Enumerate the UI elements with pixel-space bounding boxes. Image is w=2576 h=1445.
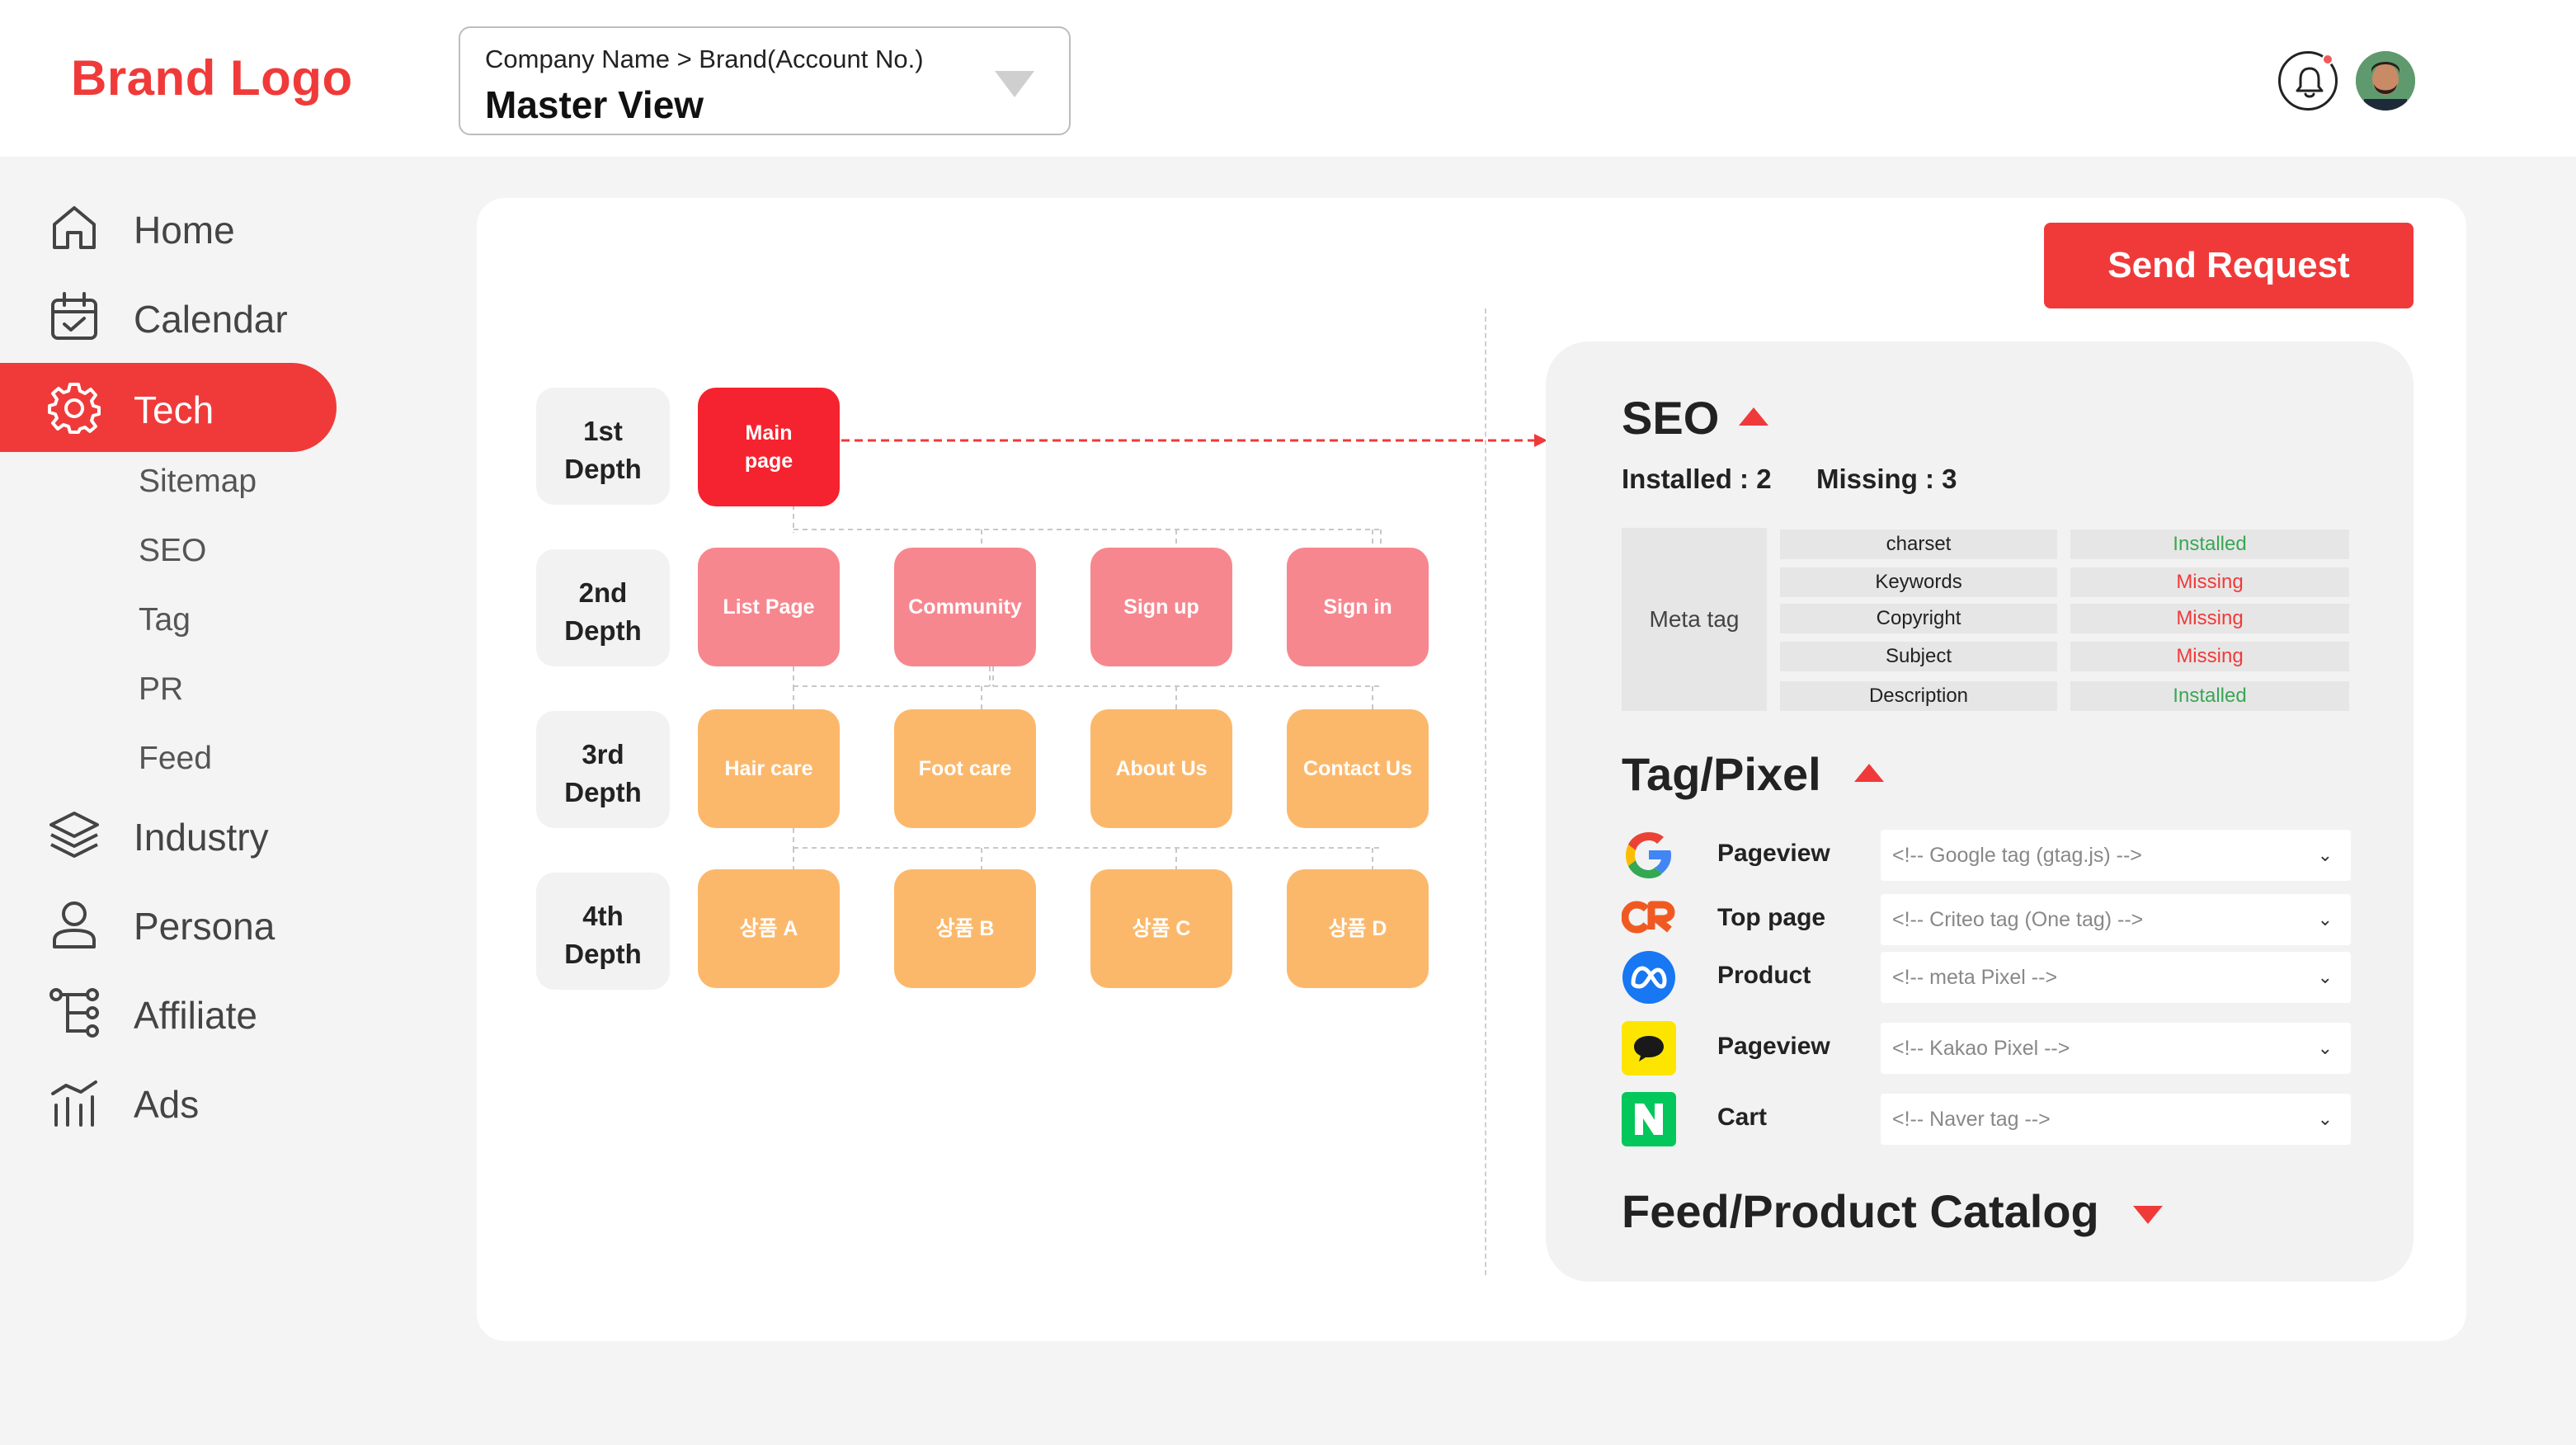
tag-select[interactable]: <!-- Criteo tag (One tag) --> ⌄ xyxy=(1881,894,2351,945)
meta-status: Missing xyxy=(2070,567,2349,597)
tag-select-value: <!-- Naver tag --> xyxy=(1892,1108,2051,1131)
naver-logo-icon xyxy=(1622,1092,1676,1146)
meta-status: Installed xyxy=(2070,681,2349,711)
sitemap-node[interactable]: Hair care xyxy=(698,709,840,828)
google-logo-icon xyxy=(1626,832,1671,878)
missing-count: Missing : 3 xyxy=(1816,464,1957,494)
chevron-down-icon: ⌄ xyxy=(2317,1038,2333,1058)
kakao-logo-icon xyxy=(1622,1021,1676,1076)
installed-count: Installed : 2 xyxy=(1622,464,1772,494)
pixel-event: Pageview xyxy=(1717,1033,1830,1060)
criteo-logo-icon xyxy=(1622,901,1675,934)
sitemap-node-main-page[interactable]: Main page xyxy=(698,388,840,506)
depth-label-3: 3rd Depth xyxy=(536,711,670,828)
node-label: page xyxy=(744,450,794,473)
depth-label-2: 2nd Depth xyxy=(536,549,670,666)
chevron-down-icon: ⌄ xyxy=(2317,845,2333,865)
depth-word: Depth xyxy=(564,939,642,969)
meta-key: Subject xyxy=(1780,642,2057,671)
pixel-row: Top page <!-- Criteo tag (One tag) --> ⌄ xyxy=(1622,892,2351,947)
meta-logo-icon xyxy=(1622,951,1675,1004)
depth-word: Depth xyxy=(564,615,642,646)
meta-key: Description xyxy=(1780,681,2057,711)
meta-key: Keywords xyxy=(1780,567,2057,597)
tag-select[interactable]: <!-- Google tag (gtag.js) --> ⌄ xyxy=(1881,830,2351,881)
depth-label-1: 1st Depth xyxy=(536,388,670,505)
sitemap-node[interactable]: 상품 C xyxy=(1090,869,1232,988)
expand-triangle-icon[interactable] xyxy=(2133,1206,2163,1224)
pixel-row: Cart <!-- Naver tag --> ⌄ xyxy=(1622,1092,2351,1146)
depth-number: 2nd xyxy=(578,577,628,608)
sitemap-node[interactable]: 상품 B xyxy=(894,869,1036,988)
sitemap-node[interactable]: Sign up xyxy=(1090,548,1232,666)
chevron-down-icon: ⌄ xyxy=(2317,909,2333,930)
sitemap-node[interactable]: About Us xyxy=(1090,709,1232,828)
sitemap-node[interactable]: Contact Us xyxy=(1287,709,1429,828)
collapse-triangle-icon[interactable] xyxy=(1739,407,1768,426)
chevron-down-icon: ⌄ xyxy=(2317,1108,2333,1129)
node-label: Main xyxy=(745,421,793,445)
meta-tag-label: Meta tag xyxy=(1622,528,1767,711)
sitemap-node[interactable]: 상품 A xyxy=(698,869,840,988)
sitemap-node[interactable]: List Page xyxy=(698,548,840,666)
seo-title[interactable]: SEO xyxy=(1622,391,1719,445)
pixel-event: Pageview xyxy=(1717,840,1830,867)
depth-label-4: 4th Depth xyxy=(536,873,670,990)
tag-select[interactable]: <!-- Naver tag --> ⌄ xyxy=(1881,1094,2351,1145)
chevron-down-icon: ⌄ xyxy=(2317,967,2333,987)
pixel-row: Product <!-- meta Pixel --> ⌄ xyxy=(1622,950,2351,1005)
depth-number: 4th xyxy=(582,901,624,931)
sitemap-node[interactable]: Foot care xyxy=(894,709,1036,828)
meta-key: Copyright xyxy=(1780,604,2057,633)
pixel-row: Pageview <!-- Google tag (gtag.js) --> ⌄ xyxy=(1622,828,2351,883)
tag-select-value: <!-- Google tag (gtag.js) --> xyxy=(1892,844,2142,867)
collapse-triangle-icon[interactable] xyxy=(1854,764,1884,782)
meta-status: Missing xyxy=(2070,642,2349,671)
sitemap-node[interactable]: Community xyxy=(894,548,1036,666)
tag-pixel-title[interactable]: Tag/Pixel xyxy=(1622,747,1821,801)
pixel-event: Cart xyxy=(1717,1104,1768,1131)
sitemap-node[interactable]: Sign in xyxy=(1287,548,1429,666)
depth-number: 1st xyxy=(583,416,623,446)
section-divider xyxy=(1485,308,1486,1275)
pixel-event: Product xyxy=(1717,962,1811,989)
main-page-arrow xyxy=(841,434,1547,447)
meta-key: charset xyxy=(1780,530,2057,559)
tag-select[interactable]: <!-- Kakao Pixel --> ⌄ xyxy=(1881,1023,2351,1074)
depth-number: 3rd xyxy=(582,739,624,770)
feed-catalog-title[interactable]: Feed/Product Catalog xyxy=(1622,1184,2099,1238)
tag-select-value: <!-- meta Pixel --> xyxy=(1892,966,2058,989)
tag-select[interactable]: <!-- meta Pixel --> ⌄ xyxy=(1881,952,2351,1003)
depth-word: Depth xyxy=(564,454,642,484)
tag-select-value: <!-- Kakao Pixel --> xyxy=(1892,1037,2070,1060)
sitemap-node[interactable]: 상품 D xyxy=(1287,869,1429,988)
pixel-event: Top page xyxy=(1717,904,1826,931)
meta-status: Missing xyxy=(2070,604,2349,633)
tag-select-value: <!-- Criteo tag (One tag) --> xyxy=(1892,908,2144,931)
pixel-row: Pageview <!-- Kakao Pixel --> ⌄ xyxy=(1622,1021,2351,1076)
meta-status: Installed xyxy=(2070,530,2349,559)
depth-word: Depth xyxy=(564,777,642,807)
